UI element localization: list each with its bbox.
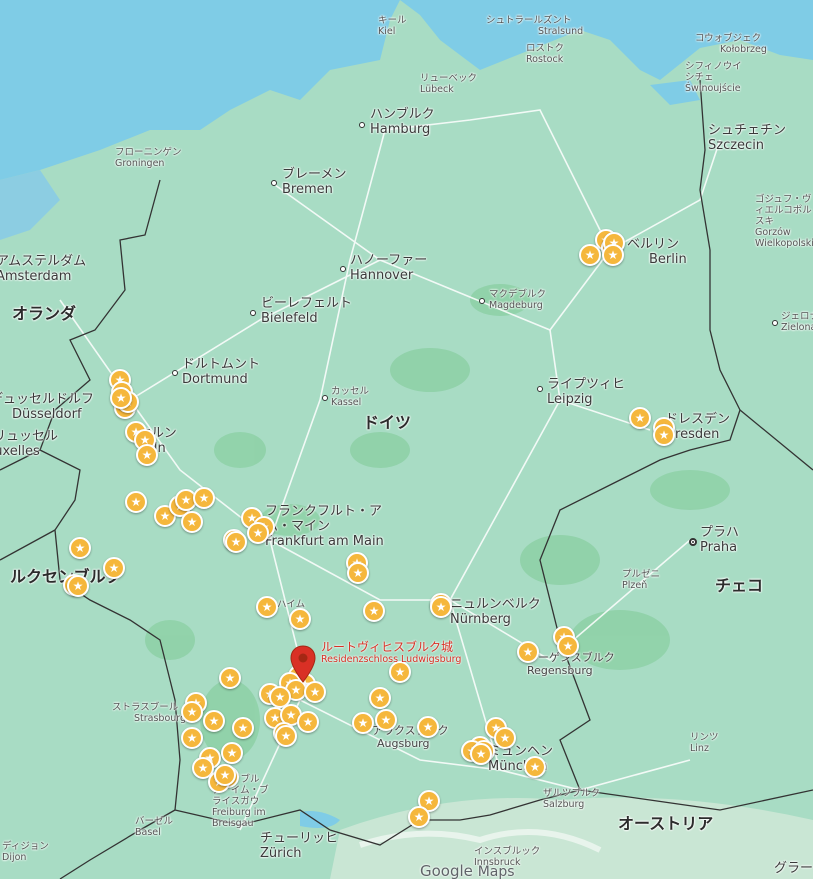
city-dot-zielona [772, 320, 778, 326]
saved-place-star-icon[interactable]: ★ [256, 596, 278, 618]
saved-place-star-icon[interactable]: ★ [653, 424, 675, 446]
selected-place-name-ja: ルートヴィヒスブルク城 [321, 640, 454, 654]
city-label-frankfurt[interactable]: フランクフルト・アム・マイン Frankfurt am Main [265, 504, 390, 550]
saved-place-star-icon[interactable]: ★ [181, 701, 203, 723]
city-dot-leipzig [537, 386, 543, 392]
city-label-lubeck[interactable]: リューベック Lübeck [420, 73, 477, 96]
saved-place-star-icon[interactable]: ★ [579, 244, 601, 266]
city-dot-magdeburg [479, 298, 485, 304]
city-label-bremen[interactable]: ブレーメン Bremen [282, 167, 346, 198]
city-label-bruxelles[interactable]: ブリュッセルBruxelles [0, 429, 58, 460]
city-label-gorzow[interactable]: ゴジュフ・ヴィエルコポルスキ Gorzów Wielkopolski [755, 194, 813, 250]
saved-place-star-icon[interactable]: ★ [629, 407, 651, 429]
saved-place-star-icon[interactable]: ★ [275, 725, 297, 747]
city-label-strasbourg[interactable]: ストラスブール Strasbourg [112, 702, 186, 725]
saved-place-star-icon[interactable]: ★ [363, 600, 385, 622]
saved-place-star-icon[interactable]: ★ [352, 712, 374, 734]
saved-place-star-icon[interactable]: ★ [347, 562, 369, 584]
saved-place-star-icon[interactable]: ★ [225, 531, 247, 553]
city-label-amsterdam[interactable]: アムステルダム Amsterdam [0, 254, 86, 285]
city-label-zielona[interactable]: ジェロナZielona [781, 311, 813, 334]
saved-place-star-icon[interactable]: ★ [221, 742, 243, 764]
city-label-dusseldorf[interactable]: デュッセルドルフ Düsseldorf [0, 392, 94, 423]
city-label-dijon[interactable]: ディジョン Dijon [2, 841, 49, 864]
city-dot-hannover [340, 266, 346, 272]
city-label-zurich[interactable]: チューリッヒ Zürich [260, 831, 338, 862]
saved-place-star-icon[interactable]: ★ [232, 717, 254, 739]
saved-place-star-icon[interactable]: ★ [247, 522, 269, 544]
city-label-berlin[interactable]: ベルリン Berlin [627, 237, 687, 268]
city-label-bielefeld[interactable]: ビーレフェルト Bielefeld [261, 296, 352, 327]
saved-place-star-icon[interactable]: ★ [110, 387, 132, 409]
saved-place-star-icon[interactable]: ★ [297, 711, 319, 733]
saved-place-star-icon[interactable]: ★ [214, 764, 236, 786]
saved-place-star-icon[interactable]: ★ [557, 635, 579, 657]
saved-place-star-icon[interactable]: ★ [67, 575, 89, 597]
city-label-kiel[interactable]: キール Kiel [378, 15, 407, 38]
saved-place-star-icon[interactable]: ★ [430, 596, 452, 618]
saved-place-star-icon[interactable]: ★ [408, 806, 430, 828]
country-label-germany: ドイツ [363, 413, 412, 432]
saved-place-star-icon[interactable]: ★ [602, 244, 624, 266]
country-label-czechia: チェコ [715, 576, 764, 595]
city-label-swinoujscie[interactable]: シフィノウイシチェ Świnoujście [685, 61, 745, 95]
city-dot-dortmund [172, 370, 178, 376]
saved-place-star-icon[interactable]: ★ [494, 727, 516, 749]
map-canvas[interactable]: ドイツ オランダ ルクセンブルク チェコ オーストリア キールKiel シュトラ… [0, 0, 813, 879]
city-label-kolobrzeg[interactable]: コウォブジェク Kołobrzeg [695, 33, 767, 56]
city-dot-hamburg [359, 122, 365, 128]
saved-place-star-icon[interactable]: ★ [304, 681, 326, 703]
saved-place-star-icon[interactable]: ★ [181, 511, 203, 533]
city-label-rostock[interactable]: ロストク Rostock [526, 43, 564, 66]
city-label-groningen[interactable]: フローニンゲン Groningen [115, 147, 182, 170]
city-label-graz[interactable]: グラーツ [774, 861, 813, 877]
city-label-praha[interactable]: プラハ Praha [700, 525, 739, 556]
city-label-basel[interactable]: バーゼル Basel [135, 816, 173, 839]
saved-place-star-icon[interactable]: ★ [193, 487, 215, 509]
selected-place-pin-icon[interactable] [290, 645, 316, 683]
city-dot-bremen [271, 180, 277, 186]
saved-place-star-icon[interactable]: ★ [69, 537, 91, 559]
saved-place-star-icon[interactable]: ★ [470, 743, 492, 765]
city-label-plzen[interactable]: プルゼニ Plzeň [622, 569, 660, 592]
saved-place-star-icon[interactable]: ★ [136, 444, 158, 466]
city-label-linz[interactable]: リンツ Linz [690, 732, 719, 755]
city-label-magdeburg[interactable]: マクデブルク Magdeburg [489, 289, 546, 312]
saved-place-star-icon[interactable]: ★ [524, 756, 546, 778]
google-maps-logo: Google Maps [420, 862, 515, 879]
city-label-kassel[interactable]: カッセル Kassel [331, 386, 369, 409]
selected-place-label[interactable]: ルートヴィヒスブルク城 Residenzschloss Ludwigsburg [321, 640, 461, 666]
city-label-leipzig[interactable]: ライプツィヒ Leipzig [547, 377, 625, 408]
city-label-stralsund[interactable]: シュトラールズント Stralsund [486, 15, 583, 38]
city-label-nurnberg[interactable]: ニュルンベルク Nürnberg [450, 597, 541, 628]
saved-place-star-icon[interactable]: ★ [517, 641, 539, 663]
saved-place-star-icon[interactable]: ★ [289, 608, 311, 630]
saved-place-star-icon[interactable]: ★ [219, 667, 241, 689]
saved-place-star-icon[interactable]: ★ [375, 709, 397, 731]
city-dot-praha [689, 538, 697, 546]
country-label-netherlands: オランダ [12, 304, 77, 323]
city-dot-kassel [322, 395, 328, 401]
saved-place-star-icon[interactable]: ★ [103, 557, 125, 579]
city-label-salzburg[interactable]: ザルツブルク Salzburg [543, 788, 600, 811]
saved-place-star-icon[interactable]: ★ [369, 687, 391, 709]
saved-place-star-icon[interactable]: ★ [203, 710, 225, 732]
city-label-hamburg[interactable]: ハンブルク Hamburg [370, 107, 435, 138]
saved-place-star-icon[interactable]: ★ [417, 716, 439, 738]
country-label-austria: オーストリア [618, 814, 714, 833]
selected-place-name-de: Residenzschloss Ludwigsburg [321, 654, 462, 666]
saved-place-star-icon[interactable]: ★ [181, 727, 203, 749]
city-label-szczecin[interactable]: シュチェチン Szczecin [708, 123, 786, 154]
city-label-hannover[interactable]: ハノーファー Hannover [350, 253, 427, 284]
city-dot-bielefeld [250, 310, 256, 316]
saved-place-star-icon[interactable]: ★ [125, 491, 147, 513]
city-label-dortmund[interactable]: ドルトムント Dortmund [182, 357, 260, 388]
